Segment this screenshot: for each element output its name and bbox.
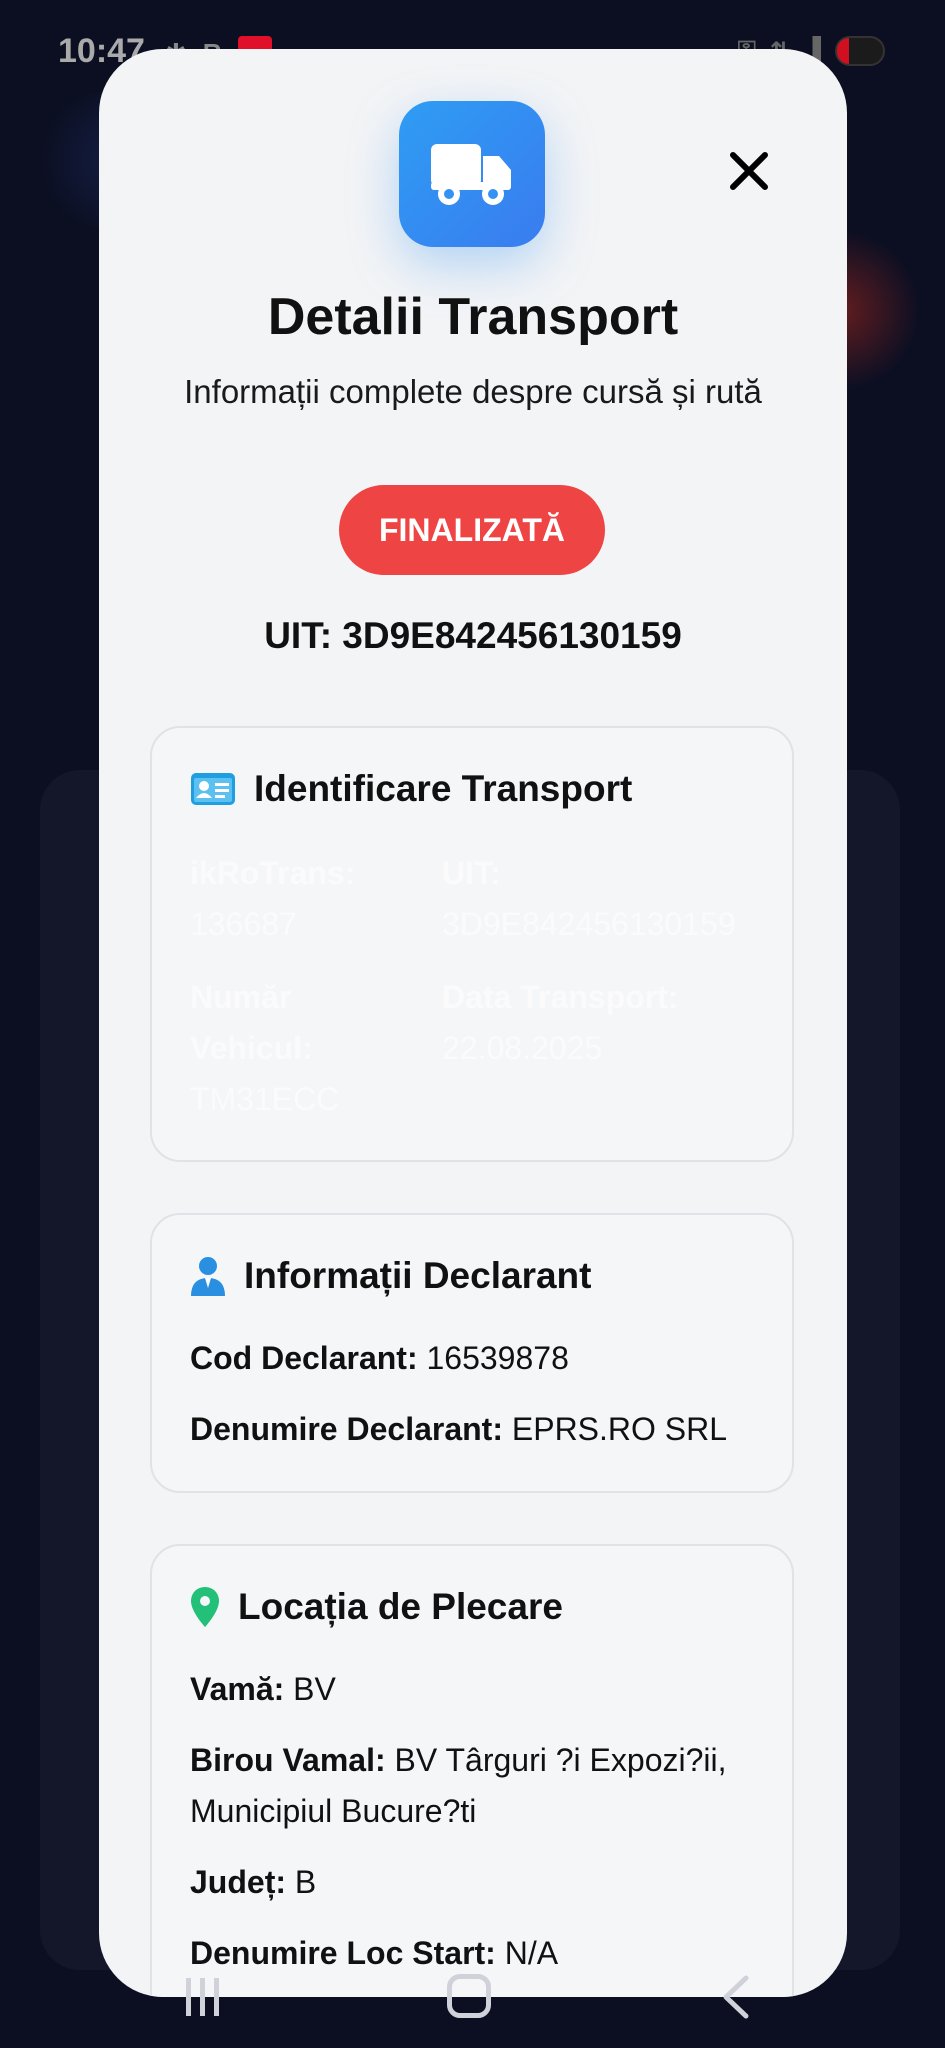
field-county: Județ: B — [190, 1864, 317, 1900]
location-pin-icon — [191, 1587, 219, 1627]
person-icon — [191, 1257, 225, 1296]
declarant-card: Informații Declarant Cod Declarant: 1653… — [150, 1213, 794, 1493]
truck-icon — [399, 101, 545, 247]
uit-line: UIT: 3D9E842456130159 — [264, 615, 682, 656]
field-declarant-name: Denumire Declarant: EPRS.RO SRL — [190, 1411, 728, 1447]
page-subtitle: Informații complete despre cursă și rută — [184, 373, 762, 410]
back-button[interactable] — [720, 1974, 750, 2020]
declarant-heading-label: Informații Declarant — [244, 1255, 592, 1296]
transport-details-modal: Detalii Transport Informații complete de… — [99, 49, 847, 1997]
page-title: Detalii Transport — [267, 288, 679, 346]
field-transport-date: Data Transport: 22.08.2025 — [442, 979, 679, 1066]
status-badge: FINALIZATĂ — [339, 485, 605, 575]
field-declarant-code: Cod Declarant: 16539878 — [190, 1340, 569, 1376]
field-ikrotrans: ikRoTrans: 136687 — [190, 855, 356, 942]
field-customs-office: Birou Vamal: BV Târguri ?i Expozi?ii, Mu… — [190, 1742, 727, 1829]
field-customs: Vamă: BV — [190, 1671, 336, 1707]
identification-heading-label: Identificare Transport — [254, 768, 633, 809]
field-uit: UIT: 3D9E842456130159 — [442, 855, 736, 942]
field-vehicle-number: Număr Vehicul: TM31ECC — [190, 979, 340, 1117]
declarant-heading: Informații Declarant — [190, 1255, 591, 1297]
battery-icon — [835, 36, 885, 66]
navigation-bar — [0, 1960, 945, 2048]
departure-heading: Locația de Plecare — [190, 1586, 563, 1628]
id-card-icon — [191, 773, 235, 805]
close-button[interactable] — [719, 141, 779, 201]
departure-heading-label: Locația de Plecare — [238, 1586, 563, 1627]
home-button[interactable] — [447, 1974, 491, 2018]
recent-apps-button[interactable] — [186, 1978, 226, 2018]
identification-heading: Identificare Transport — [190, 768, 632, 810]
close-icon — [730, 152, 768, 190]
identification-card: Identificare Transport ikRoTrans: 136687… — [150, 726, 794, 1162]
departure-card: Locația de Plecare Vamă: BV Birou Vamal:… — [150, 1544, 794, 1997]
